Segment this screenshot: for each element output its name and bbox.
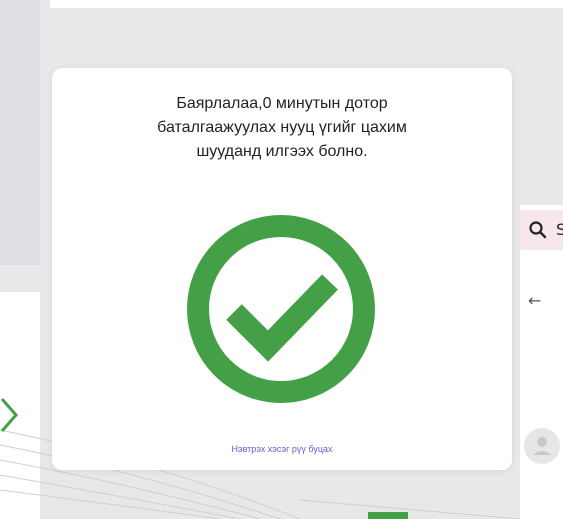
confirmation-message: Баярлалаа,0 минутын дотор баталгаажуулах… [92, 92, 472, 164]
background-left-panel [0, 0, 40, 265]
user-icon [533, 437, 551, 455]
back-to-login-link[interactable]: Нэвтрэх хэсэг рүү буцах [52, 444, 512, 454]
message-line-1: Баярлалаа,0 минутын дотор [176, 95, 388, 112]
message-line-3: шууданд илгээх болно. [196, 143, 368, 160]
background-green-strip [368, 512, 408, 519]
search-icon[interactable] [528, 220, 548, 240]
background-right-panel [520, 205, 563, 519]
arrow-left-icon[interactable]: ← [528, 292, 546, 310]
message-line-2: баталгаажуулах нууц үгийг цахим [157, 119, 407, 136]
search-text-fragment: S [556, 220, 563, 239]
confirmation-dialog: Баярлалаа,0 минутын дотор баталгаажуулах… [52, 68, 512, 470]
chevron-right-icon [0, 398, 18, 432]
check-circle-icon [187, 215, 375, 403]
background-top-bar [50, 0, 563, 8]
avatar [524, 428, 560, 464]
